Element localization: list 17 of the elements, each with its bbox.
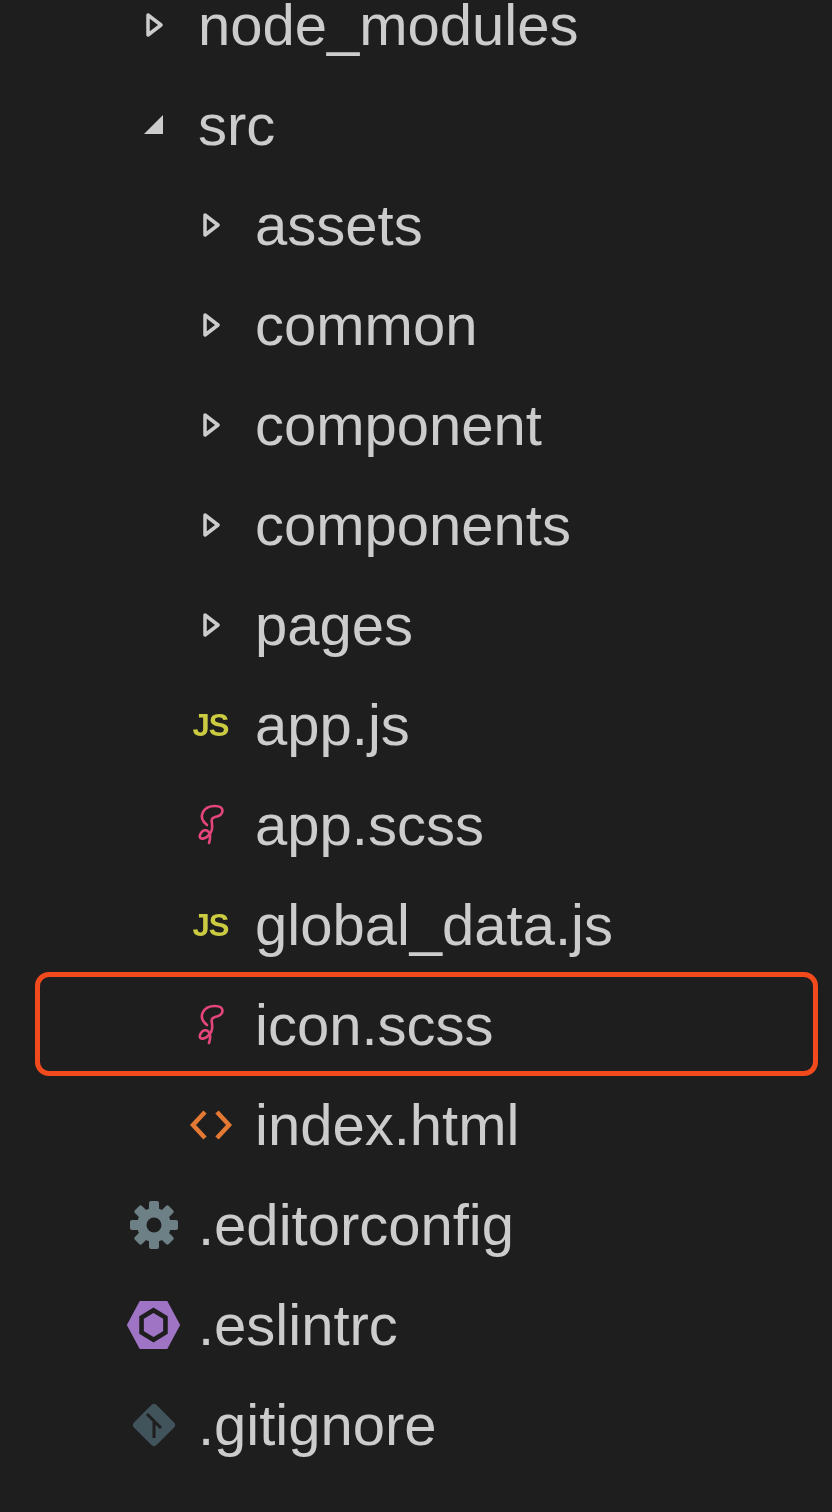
expand-arrow-icon[interactable] <box>201 312 220 338</box>
file-name[interactable]: .eslintrc <box>198 1296 398 1354</box>
code-brackets-icon <box>188 1108 233 1142</box>
file-name[interactable]: index.html <box>255 1096 520 1154</box>
folder-name[interactable]: node_modules <box>198 0 579 54</box>
expand-arrow-icon[interactable] <box>201 412 220 438</box>
expand-arrow-icon[interactable] <box>201 212 220 238</box>
folder-name[interactable]: common <box>255 296 478 354</box>
gear-icon <box>127 1199 180 1251</box>
expand-arrow-icon[interactable] <box>201 612 220 638</box>
js-icon: JS <box>192 709 229 741</box>
expand-arrow-icon[interactable] <box>201 512 220 538</box>
file-name[interactable]: icon.scss <box>255 996 494 1054</box>
folder-name[interactable]: assets <box>255 196 423 254</box>
expand-arrow-icon[interactable] <box>144 12 163 38</box>
folder-name[interactable]: src <box>198 96 276 154</box>
js-icon: JS <box>192 909 229 941</box>
